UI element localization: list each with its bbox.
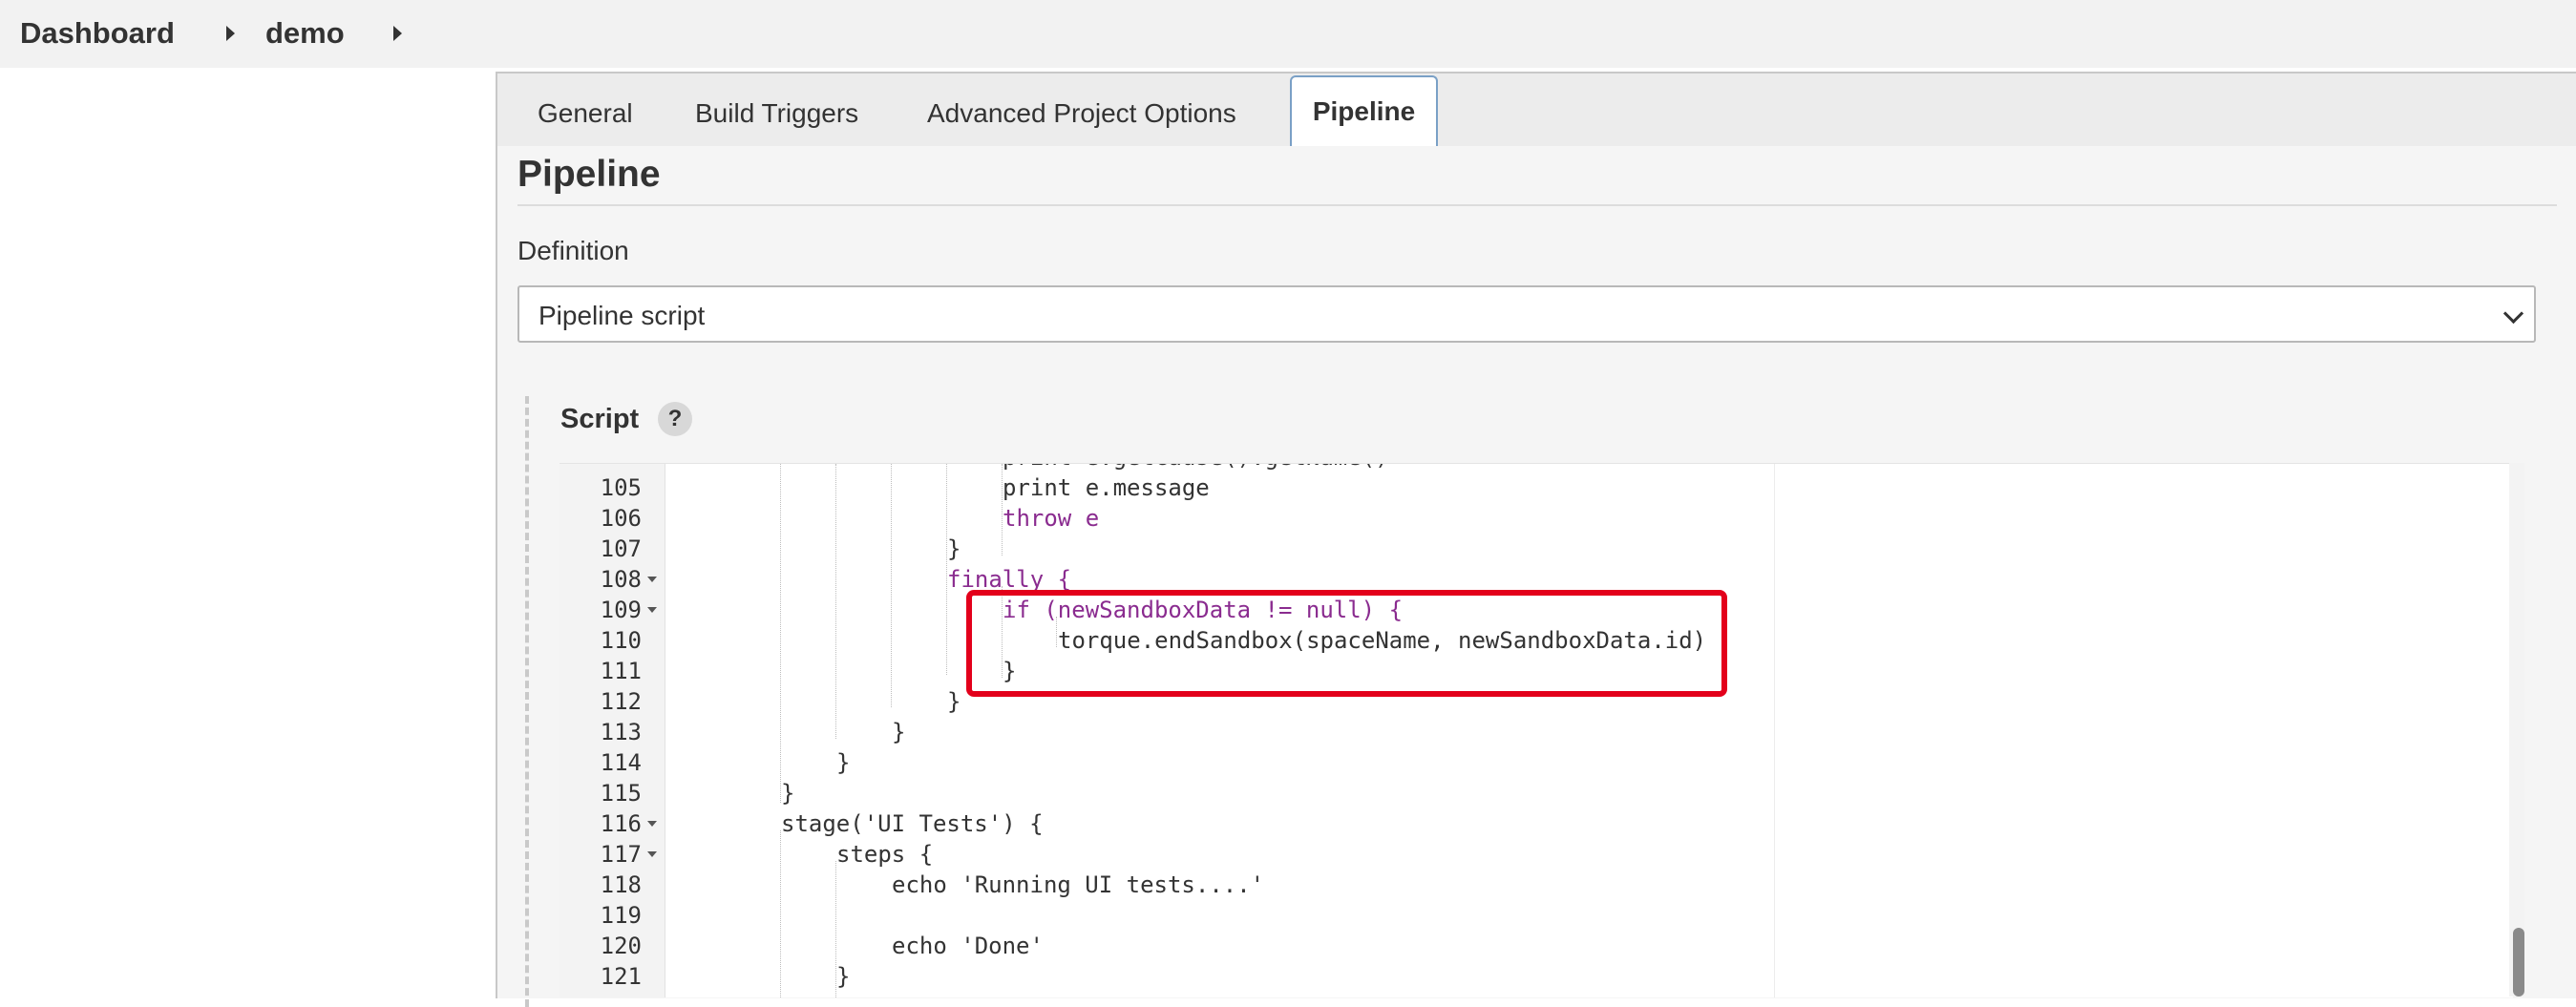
fold-arrow-icon[interactable] — [647, 851, 657, 857]
config-tabs: General Build Triggers Advanced Project … — [497, 73, 2576, 146]
code-line: 113 } — [560, 717, 2469, 747]
code-text: print e.message — [1003, 474, 1210, 501]
line-number: 110 — [600, 627, 642, 654]
code-text: } — [836, 963, 851, 990]
line-number: 117 — [600, 841, 642, 868]
line-number: 115 — [600, 780, 642, 807]
code-text: } — [892, 719, 906, 745]
help-icon[interactable]: ? — [658, 402, 692, 436]
code-line: 118 echo 'Running UI tests....' — [560, 870, 2469, 900]
breadcrumb-demo-link[interactable]: demo — [265, 16, 345, 51]
code-line: 107 } — [560, 534, 2469, 564]
code-text: echo 'Running UI tests....' — [892, 871, 1265, 898]
code-line: 106 throw e — [560, 503, 2469, 534]
editor-scrollbar-thumb[interactable] — [2513, 928, 2524, 997]
line-number: 109 — [600, 597, 642, 623]
code-line: 117 steps { — [560, 839, 2469, 870]
chevron-right-icon[interactable] — [393, 26, 402, 41]
code-text: steps { — [836, 841, 934, 868]
chevron-right-icon[interactable] — [226, 26, 235, 41]
code-text: } — [781, 780, 795, 807]
tab-general[interactable]: General — [538, 98, 633, 129]
code-text: stage('UI Tests') { — [781, 810, 1044, 837]
code-text: throw e — [1003, 505, 1100, 532]
section-divider — [517, 204, 2557, 206]
annotation-highlight-box — [966, 590, 1727, 697]
fold-arrow-icon[interactable] — [647, 577, 657, 582]
code-line: 116 stage('UI Tests') { — [560, 808, 2469, 839]
code-line: 105 print e.message — [560, 472, 2469, 503]
section-title: Pipeline — [517, 154, 661, 195]
code-text: print e.getCause().getName() — [1003, 464, 1389, 472]
line-number: 106 — [600, 505, 642, 532]
fold-arrow-icon[interactable] — [647, 607, 657, 613]
definition-label: Definition — [517, 236, 629, 265]
code-line: 120 echo 'Done' — [560, 931, 2469, 961]
line-number: 112 — [600, 688, 642, 715]
line-number: 108 — [600, 566, 642, 593]
code-text: echo 'Done' — [892, 933, 1044, 959]
code-line: 121 } — [560, 961, 2469, 992]
line-number: 113 — [600, 719, 642, 745]
tab-pipeline[interactable]: Pipeline — [1290, 75, 1438, 146]
line-number: 121 — [600, 963, 642, 990]
line-number: 111 — [600, 658, 642, 684]
line-number: 105 — [600, 474, 642, 501]
line-number: 114 — [600, 749, 642, 776]
code-text: } — [947, 535, 961, 562]
chevron-down-icon — [2502, 303, 2524, 325]
breadcrumb: Dashboard demo — [0, 0, 2576, 68]
code-line: print e.getCause().getName() — [560, 464, 2469, 472]
section-indent-line — [525, 396, 529, 1007]
code-line: 119 — [560, 900, 2469, 931]
script-editor[interactable]: print e.getCause().getName() 105 print e… — [560, 463, 2513, 997]
fold-arrow-icon[interactable] — [647, 821, 657, 827]
line-number: 107 — [600, 535, 642, 562]
script-label: Script — [560, 404, 640, 434]
line-number: 116 — [600, 810, 642, 837]
tab-build-triggers[interactable]: Build Triggers — [695, 98, 858, 129]
definition-select-value: Pipeline script — [538, 301, 706, 330]
line-number: 118 — [600, 871, 642, 898]
breadcrumb-dashboard-link[interactable]: Dashboard — [20, 16, 175, 51]
code-text: } — [836, 749, 851, 776]
line-number: 120 — [600, 933, 642, 959]
code-line: 114 } — [560, 747, 2469, 778]
code-line: 115 } — [560, 778, 2469, 808]
code-text: } — [947, 688, 961, 715]
tab-advanced-project-options[interactable]: Advanced Project Options — [927, 98, 1236, 129]
line-number: 119 — [600, 902, 642, 929]
editor-scrollbar[interactable] — [2509, 463, 2524, 997]
definition-select[interactable]: Pipeline script — [517, 285, 2536, 343]
